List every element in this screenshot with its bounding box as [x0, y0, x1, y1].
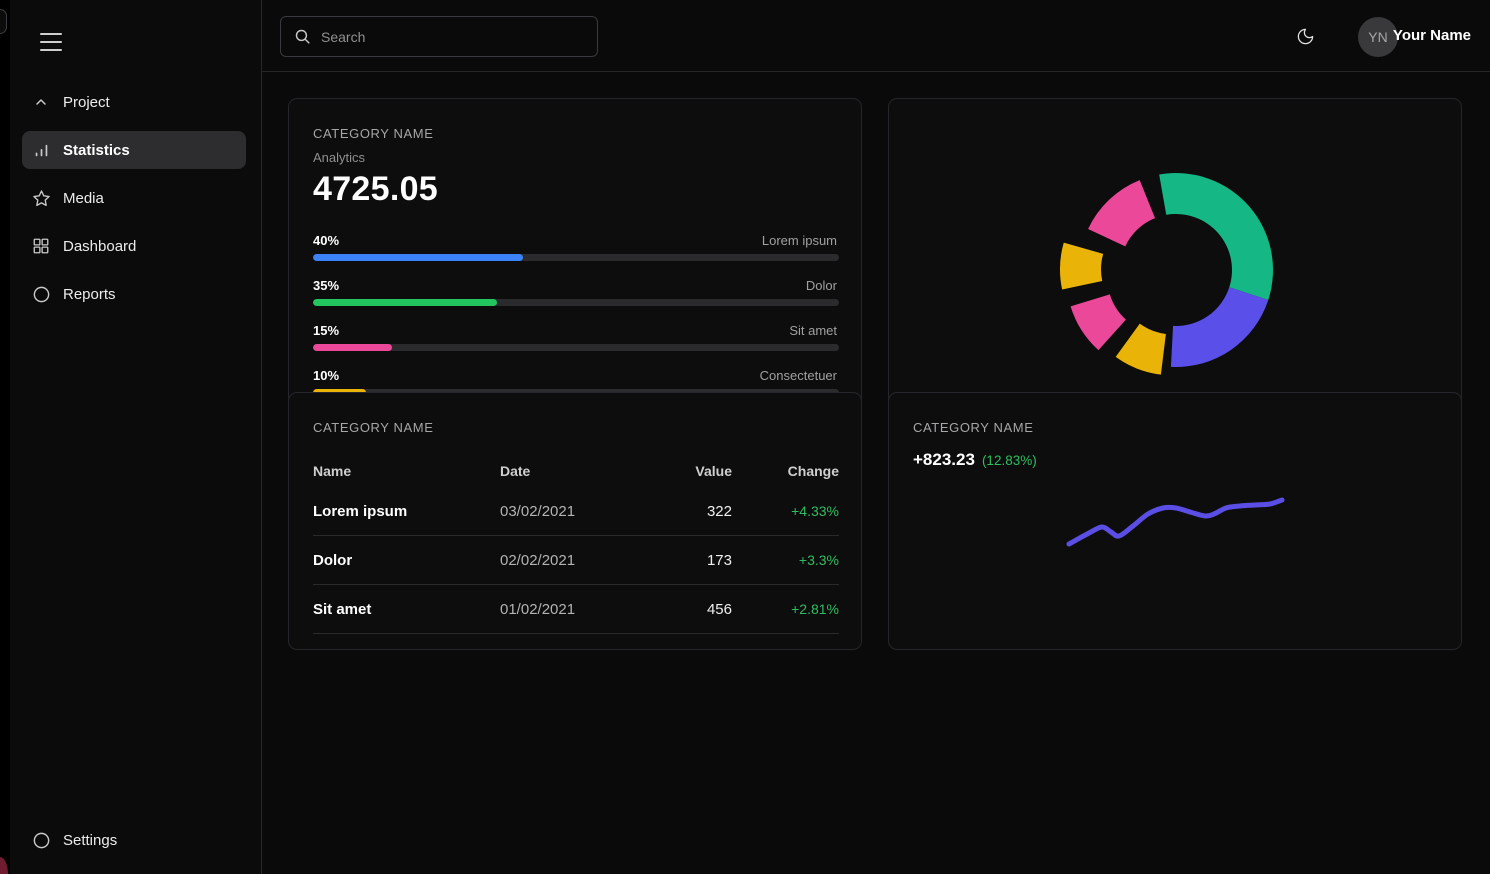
cell-value: 173 — [622, 552, 732, 569]
table-row[interactable]: Sit amet 01/02/2021 456 +2.81% — [313, 585, 839, 634]
progress-percent: 15% — [313, 323, 339, 338]
cell-value: 322 — [622, 503, 732, 520]
search-icon — [294, 28, 311, 45]
cell-date: 01/02/2021 — [500, 601, 622, 618]
cell-date: 03/02/2021 — [500, 503, 622, 520]
cell-name: Dolor — [313, 552, 500, 569]
progress-label: Lorem ipsum — [762, 233, 837, 248]
sidebar-item-settings[interactable]: Settings — [10, 816, 262, 864]
cell-change: +3.3% — [732, 552, 839, 568]
column-header-name: Name — [313, 463, 500, 479]
card-category-label: CATEGORY NAME — [313, 420, 837, 435]
card-subtitle: Analytics — [313, 150, 837, 165]
trend-value: +823.23 — [913, 450, 975, 470]
column-header-value: Value — [622, 463, 732, 479]
circle-icon — [31, 284, 51, 304]
sidebar-item-label: Media — [63, 190, 104, 207]
progress-track — [313, 344, 839, 351]
left-edge-strip — [0, 0, 10, 874]
grid-icon — [31, 236, 51, 256]
sidebar-item-reports[interactable]: Reports — [10, 270, 262, 318]
progress-fill — [313, 299, 497, 306]
sidebar-item-statistics[interactable]: Statistics — [10, 126, 262, 174]
cell-change: +2.81% — [732, 601, 839, 617]
trend-card: CATEGORY NAME +823.23 (12.83%) — [888, 392, 1462, 650]
sidebar: Project Statistics Media — [10, 0, 262, 874]
progress-row: 35% Dolor — [313, 278, 837, 306]
progress-label: Consectetuer — [760, 368, 837, 383]
sidebar-item-label: Statistics — [63, 142, 130, 159]
main-area: YN Your Name CATEGORY NAME Analytics 472… — [262, 0, 1490, 874]
analytics-total-value: 4725.05 — [313, 170, 837, 209]
topbar: YN Your Name — [262, 0, 1490, 72]
donut-chart-card — [888, 98, 1462, 438]
progress-percent: 35% — [313, 278, 339, 293]
data-table: Name Date Value Change Lorem ipsum 03/02… — [313, 455, 839, 634]
chevron-up-icon — [31, 92, 51, 112]
bar-chart-icon — [31, 140, 51, 160]
hamburger-menu-icon[interactable] — [40, 33, 62, 51]
sidebar-item-label: Reports — [63, 286, 116, 303]
table-header-row: Name Date Value Change — [313, 455, 839, 487]
trend-change-percent: (12.83%) — [982, 453, 1037, 468]
progress-label: Dolor — [806, 278, 837, 293]
cell-date: 02/02/2021 — [500, 552, 622, 569]
sidebar-item-label: Settings — [63, 832, 117, 849]
user-name: Your Name — [1393, 27, 1471, 44]
circle-icon — [31, 830, 51, 850]
progress-fill — [313, 254, 523, 261]
search-box[interactable] — [280, 16, 598, 57]
progress-percent: 10% — [313, 368, 339, 383]
progress-track — [313, 299, 839, 306]
cell-change: +4.33% — [732, 503, 839, 519]
table-row[interactable]: Dolor 02/02/2021 173 +3.3% — [313, 536, 839, 585]
sidebar-footer: Settings — [10, 816, 262, 874]
star-icon — [31, 188, 51, 208]
table-row[interactable]: Lorem ipsum 03/02/2021 322 +4.33% — [313, 487, 839, 536]
progress-row: 15% Sit amet — [313, 323, 837, 351]
table-card: CATEGORY NAME Name Date Value Change Lor… — [288, 392, 862, 650]
progress-row: 40% Lorem ipsum — [313, 233, 837, 261]
analytics-card: CATEGORY NAME Analytics 4725.05 40% Lore… — [288, 98, 862, 438]
card-category-label: CATEGORY NAME — [313, 126, 837, 141]
progress-percent: 40% — [313, 233, 339, 248]
sidebar-item-label: Dashboard — [63, 238, 136, 255]
column-header-date: Date — [500, 463, 622, 479]
card-category-label: CATEGORY NAME — [913, 420, 1437, 435]
cell-name: Sit amet — [313, 601, 500, 618]
cell-value: 456 — [622, 601, 732, 618]
moon-icon — [1296, 27, 1315, 46]
progress-bar-list: 40% Lorem ipsum 35% Dolor 15% Sit amet — [313, 233, 837, 396]
progress-fill — [313, 344, 392, 351]
sidebar-nav: Project Statistics Media — [10, 78, 262, 318]
avatar-initials: YN — [1368, 29, 1387, 45]
cell-name: Lorem ipsum — [313, 503, 500, 520]
background-artifact — [0, 857, 8, 874]
progress-track — [313, 254, 839, 261]
search-input[interactable] — [321, 29, 585, 45]
sidebar-item-media[interactable]: Media — [10, 174, 262, 222]
donut-chart — [1056, 150, 1296, 390]
sparkline-chart — [1064, 493, 1289, 553]
column-header-change: Change — [732, 463, 839, 479]
sidebar-item-project[interactable]: Project — [10, 78, 262, 126]
sidebar-item-dashboard[interactable]: Dashboard — [10, 222, 262, 270]
progress-label: Sit amet — [789, 323, 837, 338]
theme-toggle-button[interactable] — [1296, 27, 1316, 47]
drawer-handle[interactable] — [0, 9, 7, 34]
sidebar-item-label: Project — [63, 94, 110, 111]
app-window: Project Statistics Media — [0, 0, 1490, 874]
